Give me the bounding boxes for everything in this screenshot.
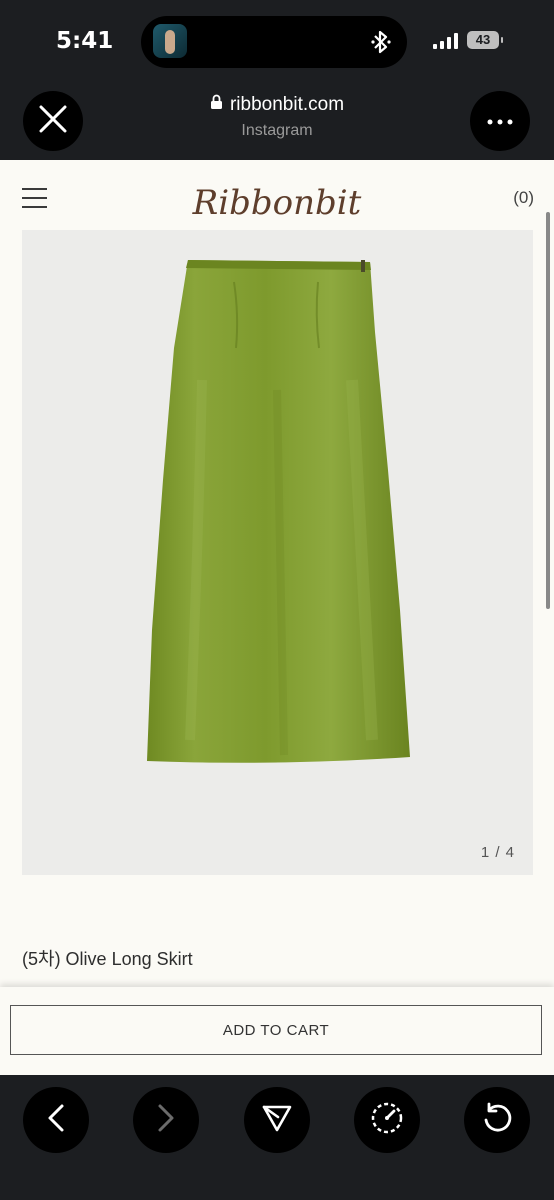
close-icon: [38, 104, 68, 139]
bluetooth-icon: [371, 29, 391, 60]
svg-text:Ribbonbit: Ribbonbit: [192, 183, 362, 223]
image-pager: 1 / 4: [480, 844, 515, 861]
lock-icon: [210, 94, 223, 116]
reload-button[interactable]: [464, 1087, 530, 1153]
product-title: (5차) Olive Long Skirt: [22, 949, 193, 969]
forward-icon: [156, 1103, 176, 1138]
now-playing-thumbnail[interactable]: [153, 24, 187, 58]
product-image[interactable]: 1 / 4: [22, 230, 533, 875]
url-domain: ribbonbit.com: [229, 94, 345, 115]
forward-button[interactable]: [133, 1087, 199, 1153]
close-button[interactable]: [23, 91, 83, 151]
cellular-signal-icon: [433, 33, 458, 49]
share-button[interactable]: [244, 1087, 310, 1153]
speed-icon: [370, 1101, 404, 1140]
share-icon: [261, 1102, 293, 1139]
speed-button[interactable]: [354, 1087, 420, 1153]
site-logo[interactable]: Ribbonbit: [170, 172, 384, 226]
browser-toolbar: [0, 1075, 554, 1200]
more-icon: [487, 112, 513, 130]
reload-icon: [481, 1102, 513, 1139]
scrollbar[interactable]: [546, 212, 550, 609]
menu-icon[interactable]: [22, 188, 48, 208]
back-button[interactable]: [23, 1087, 89, 1153]
skirt-image: [147, 260, 410, 763]
cart-count[interactable]: (0): [513, 188, 534, 208]
back-icon: [46, 1103, 66, 1138]
in-app-browser-header: ribbonbit.com Instagram: [0, 82, 554, 160]
add-to-cart-panel: ADD TO CART: [0, 987, 554, 1075]
url-source: Instagram: [241, 122, 313, 139]
web-page: Ribbonbit (0) 1 / 4 (5차) Olive Long Skir…: [0, 160, 554, 1075]
more-options-button[interactable]: [470, 91, 530, 151]
status-time: 5:41: [56, 28, 114, 54]
add-to-cart-button[interactable]: ADD TO CART: [10, 1005, 542, 1055]
status-bar: 5:41 43: [0, 0, 554, 82]
dynamic-island[interactable]: [141, 16, 407, 68]
battery-indicator: 43: [467, 31, 503, 49]
url-display[interactable]: ribbonbit.com Instagram: [140, 94, 414, 140]
